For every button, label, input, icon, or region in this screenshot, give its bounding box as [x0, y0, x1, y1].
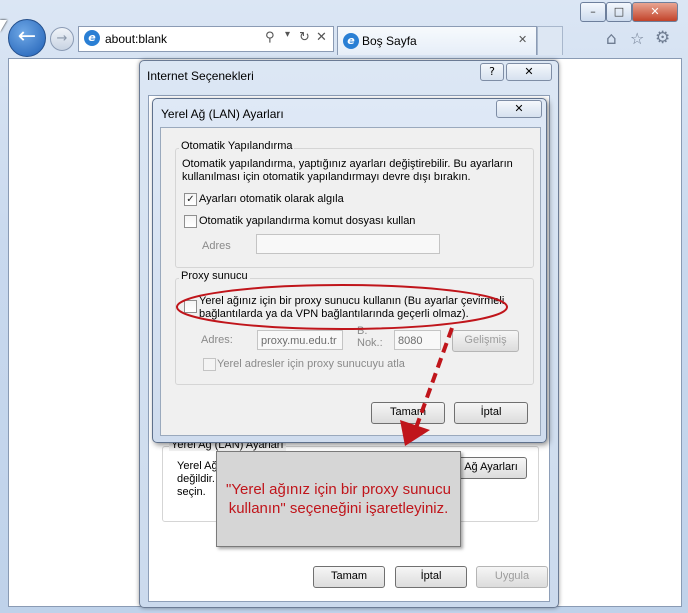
instruction-callout: "Yerel ağınız için bir proxy sunucu kull… [216, 451, 461, 547]
callout-line-1: "Yerel ağınız için bir proxy sunucu [226, 481, 451, 498]
annotation-arrow-shaft [414, 327, 454, 429]
annotation-arrow-head [400, 420, 430, 446]
callout-line-2: kullanın" seçeneğini işaretleyiniz. [228, 500, 449, 517]
highlight-ellipse [176, 284, 508, 330]
